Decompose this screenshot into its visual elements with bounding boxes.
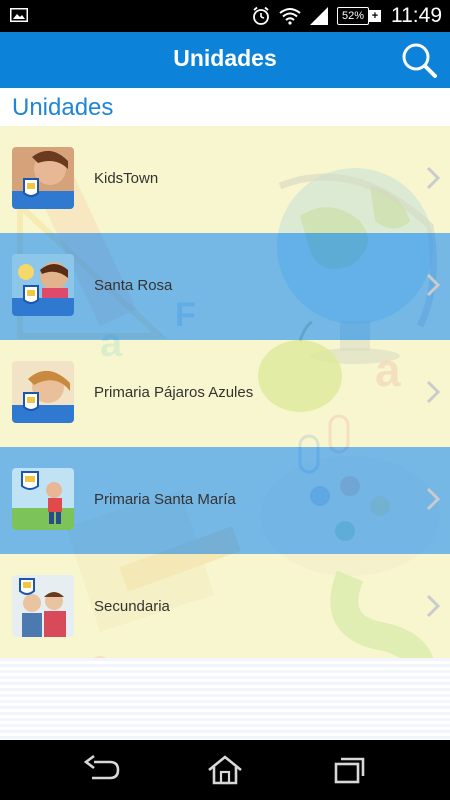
image-icon bbox=[10, 8, 28, 22]
chevron-right-icon bbox=[426, 594, 440, 618]
home-icon[interactable] bbox=[203, 754, 247, 786]
back-icon[interactable] bbox=[80, 754, 124, 786]
list-item-santa-rosa[interactable]: Santa Rosa bbox=[0, 233, 450, 340]
battery-level: 52% bbox=[341, 10, 365, 22]
chevron-right-icon bbox=[426, 273, 440, 297]
recents-icon[interactable] bbox=[327, 754, 371, 786]
list-item-secundaria[interactable]: Secundaria bbox=[0, 554, 450, 661]
unit-label: Santa Rosa bbox=[94, 277, 173, 294]
list-footer-background bbox=[0, 658, 450, 740]
section-header: Unidades bbox=[0, 88, 450, 127]
unit-label: Primaria Santa María bbox=[94, 491, 236, 508]
wifi-icon bbox=[279, 8, 301, 25]
alarm-icon bbox=[253, 6, 269, 25]
unit-thumbnail bbox=[12, 361, 74, 423]
charging-plus-icon: + bbox=[369, 10, 381, 22]
list-item-primaria-pajaros-azules[interactable]: Primaria Pájaros Azules bbox=[0, 340, 450, 447]
system-nav-bar bbox=[0, 740, 450, 800]
clock: 11:49 bbox=[391, 4, 442, 27]
unit-label: Primaria Pájaros Azules bbox=[94, 384, 254, 401]
status-bar: 52% + 11:49 bbox=[0, 0, 450, 32]
units-list: F a a KidsTown bbox=[0, 126, 450, 740]
app-title: Unidades bbox=[173, 45, 277, 71]
app-bar: Unidades bbox=[0, 32, 450, 88]
battery-icon: 52% + bbox=[337, 7, 381, 25]
list-item-primaria-santa-maria[interactable]: Primaria Santa María bbox=[0, 447, 450, 554]
unit-label: KidsTown bbox=[94, 170, 159, 187]
chevron-right-icon bbox=[426, 166, 440, 190]
unit-thumbnail bbox=[12, 147, 74, 209]
unit-thumbnail bbox=[12, 254, 74, 316]
chevron-right-icon bbox=[426, 487, 440, 511]
list-item-kidstown[interactable]: KidsTown bbox=[0, 126, 450, 233]
section-title: Unidades bbox=[12, 94, 114, 121]
unit-thumbnail bbox=[12, 575, 74, 637]
chevron-right-icon bbox=[426, 380, 440, 404]
signal-icon bbox=[310, 7, 328, 25]
unit-thumbnail bbox=[12, 468, 74, 530]
unit-label: Secundaria bbox=[94, 598, 170, 615]
search-icon[interactable] bbox=[398, 40, 440, 80]
